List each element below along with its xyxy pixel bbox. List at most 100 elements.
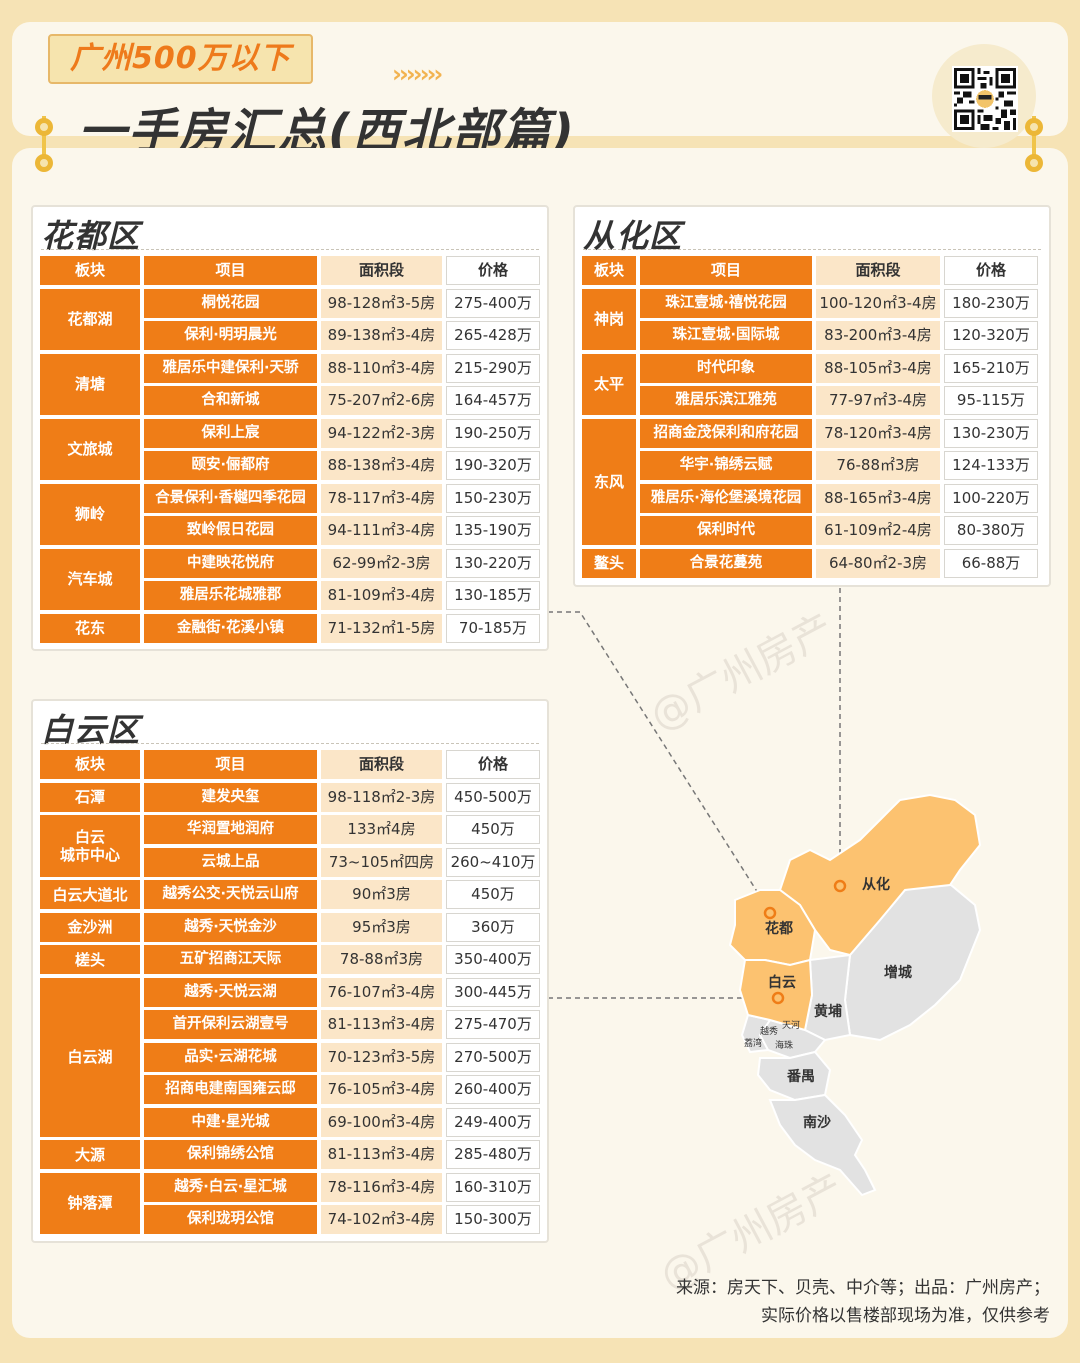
area-cell: 95㎡3房 (321, 912, 442, 942)
area-cell: 62-99㎡2-3房 (321, 548, 442, 578)
area-cell: 81-113㎡3-4房 (321, 1010, 442, 1039)
column-header-price: 价格 (944, 256, 1038, 285)
price-cell: 66-88万 (944, 548, 1038, 578)
project-cell: 首开保利云湖壹号 (144, 1010, 317, 1039)
block-cell: 东风 (582, 418, 636, 545)
project-cell: 建发央玺 (144, 782, 317, 812)
block-cell: 金沙洲 (40, 912, 140, 942)
price-cell: 360万 (446, 912, 540, 942)
block-label-line: 白云 (74, 827, 105, 846)
project-cell: 雅居乐滨江雅苑 (640, 386, 812, 415)
block-cell: 花都湖 (40, 288, 140, 350)
project-cell: 保利上宸 (144, 418, 317, 448)
price-cell: 130-230万 (944, 418, 1038, 448)
area-cell: 75-207㎡2-6房 (321, 386, 442, 415)
area-cell: 61-109㎡2-4房 (816, 516, 940, 545)
map-label-yuexiu: 越秀 (760, 1027, 779, 1037)
title-divider (41, 743, 539, 744)
area-cell: 78-116㎡3-4房 (321, 1172, 442, 1202)
column-header-area: 面积段 (321, 750, 442, 779)
project-cell: 越秀·天悦金沙 (144, 912, 317, 942)
block-cell: 汽车城 (40, 548, 140, 610)
area-cell: 81-109㎡3-4房 (321, 581, 442, 610)
block-cell: 神岗 (582, 288, 636, 350)
project-cell: 保利锦绣公馆 (144, 1140, 317, 1169)
panel-conghua: 从化区 板块 项目 面积段 价格 神岗 珠江壹城·禧悦花园 100-120㎡3-4房 180-… (573, 205, 1051, 587)
project-cell: 中建·星光城 (144, 1107, 317, 1137)
column-header-area: 面积段 (321, 256, 442, 285)
title-divider (41, 249, 539, 250)
title-divider (583, 249, 1041, 250)
area-cell: 74-102㎡3-4房 (321, 1205, 442, 1234)
area-cell: 81-113㎡3-4房 (321, 1140, 442, 1169)
column-header-area: 面积段 (816, 256, 940, 285)
project-cell: 致岭假日花园 (144, 516, 317, 545)
price-cell: 270-500万 (446, 1042, 540, 1072)
map-label-huangpu: 黄埔 (814, 1004, 842, 1020)
project-cell: 保利时代 (640, 516, 812, 545)
area-cell: 88-110㎡3-4房 (321, 353, 442, 383)
block-cell: 槎头 (40, 945, 140, 974)
map-label-panyu: 番禺 (787, 1069, 815, 1085)
project-cell: 珠江壹城·禧悦花园 (640, 288, 812, 318)
price-cell: 275-400万 (446, 288, 540, 318)
area-cell: 76-88㎡3房 (816, 451, 940, 480)
area-cell: 78-88㎡3房 (321, 945, 442, 974)
area-cell: 76-107㎡3-4房 (321, 977, 442, 1007)
map-label-baiyun: 白云 (768, 975, 796, 991)
project-cell: 招商金茂保利和府花园 (640, 418, 812, 448)
price-cell: 285-480万 (446, 1140, 540, 1169)
area-cell: 88-138㎡3-4房 (321, 451, 442, 480)
project-cell: 桐悦花园 (144, 288, 317, 318)
area-cell: 70-123㎡3-5房 (321, 1042, 442, 1072)
project-cell: 越秀·白云·星汇城 (144, 1172, 317, 1202)
project-cell: 雅居乐·海伦堡溪境花园 (640, 483, 812, 513)
map-label-zengcheng: 增城 (884, 965, 912, 981)
area-cell: 78-117㎡3-4房 (321, 483, 442, 513)
price-cell: 300-445万 (446, 977, 540, 1007)
price-cell: 95-115万 (944, 386, 1038, 415)
price-cell: 260~410万 (446, 847, 540, 877)
map-label-huadu: 花都 (765, 921, 793, 937)
area-cell: 94-122㎡2-3房 (321, 418, 442, 448)
column-header-price: 价格 (446, 750, 540, 779)
block-label-line: 城市中心 (59, 845, 120, 864)
project-cell: 合景保利·香樾四季花园 (144, 483, 317, 513)
project-cell: 珠江壹城·国际城 (640, 321, 812, 350)
project-cell: 保利·明玥晨光 (144, 321, 317, 350)
source-note: 来源：房天下、贝壳、中介等；出品：广州房产； (676, 1278, 1050, 1298)
marker-huadu (763, 906, 777, 920)
price-cell: 450万 (446, 880, 540, 909)
project-cell: 华宇·锦绣云赋 (640, 451, 812, 480)
price-cell: 265-428万 (446, 321, 540, 350)
area-cell: 90㎡3房 (321, 880, 442, 909)
project-cell: 颐安·俪都府 (144, 451, 317, 480)
block-cell: 白云大道北 (40, 880, 140, 909)
project-cell: 时代印象 (640, 353, 812, 383)
area-cell: 71-132㎡1-5房 (321, 613, 442, 643)
area-cell: 73~105㎡四房 (321, 847, 442, 877)
price-cell: 150-300万 (446, 1205, 540, 1234)
project-cell: 华润置地润府 (144, 815, 317, 844)
price-cell: 124-133万 (944, 451, 1038, 480)
column-header-project: 项目 (144, 256, 317, 285)
project-cell: 雅居乐花城雅郡 (144, 581, 317, 610)
price-cell: 260-400万 (446, 1075, 540, 1104)
panel-baiyun: 白云区 板块 项目 面积段 价格 石潭 建发央玺 98-118㎡2-3房 450-500万 白云… (31, 699, 549, 1243)
block-cell: 花东 (40, 613, 140, 643)
block-cell: 白云 城市中心 (40, 815, 140, 877)
project-cell: 金融街·花溪小镇 (144, 613, 317, 643)
price-cell: 190-250万 (446, 418, 540, 448)
area-cell: 88-165㎡3-4房 (816, 483, 940, 513)
map-label-tianhe: 天河 (782, 1021, 801, 1031)
project-cell: 招商电建南国雍云邸 (144, 1075, 317, 1104)
area-cell: 69-100㎡3-4房 (321, 1107, 442, 1137)
map-label-liwan: 荔湾 (744, 1039, 763, 1049)
price-cell: 150-230万 (446, 483, 540, 513)
project-cell: 合景花蔓苑 (640, 548, 812, 578)
block-cell: 鳌头 (582, 548, 636, 578)
area-cell: 64-80㎡2-3房 (816, 548, 940, 578)
area-cell: 94-111㎡3-4房 (321, 516, 442, 545)
block-cell: 太平 (582, 353, 636, 415)
price-cell: 80-380万 (944, 516, 1038, 545)
